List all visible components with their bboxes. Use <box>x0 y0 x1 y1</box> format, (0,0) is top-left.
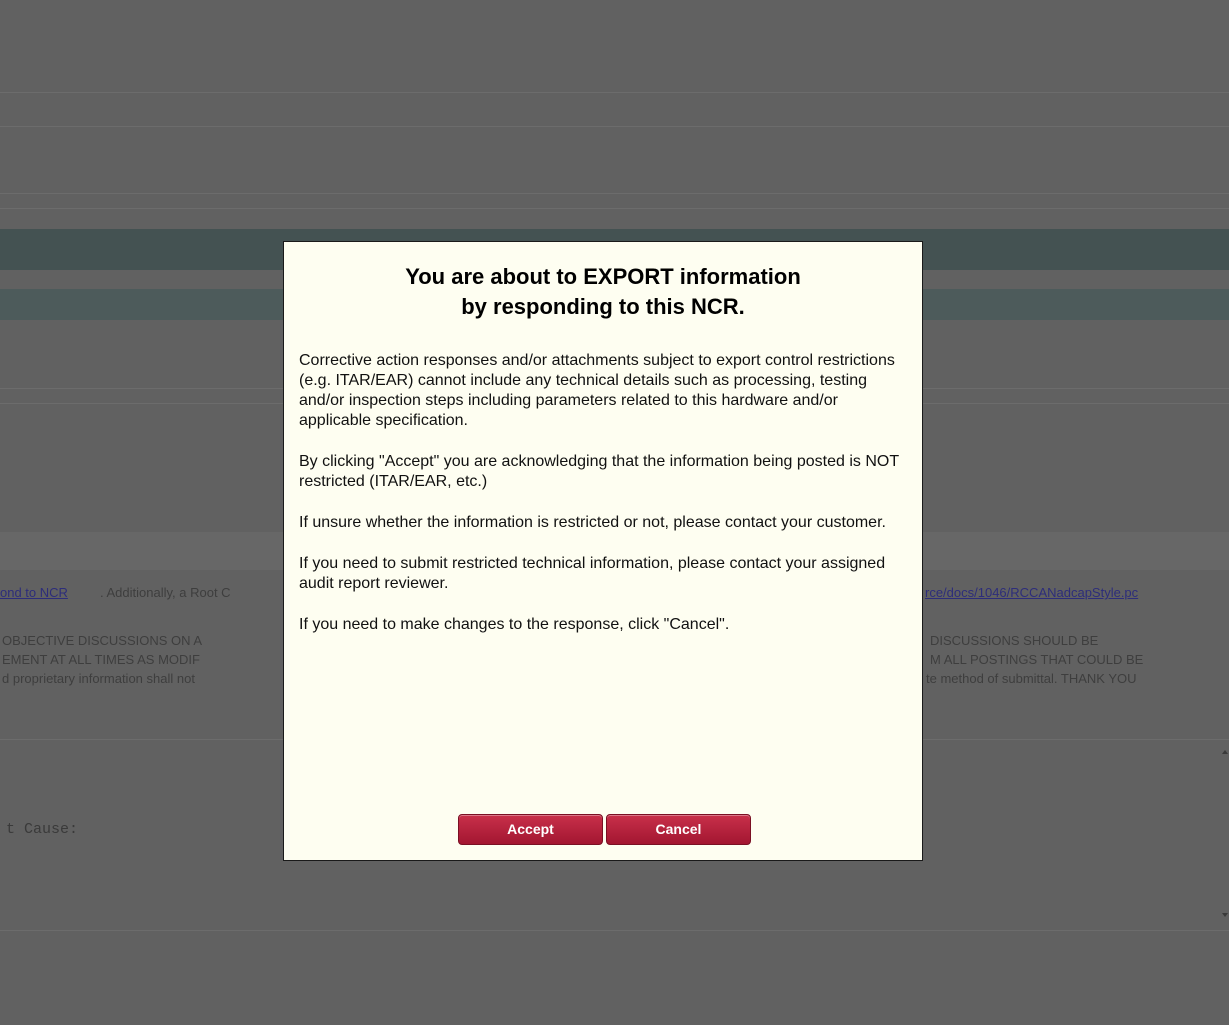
divider <box>0 930 1229 931</box>
divider <box>0 193 1229 194</box>
divider <box>0 92 1229 93</box>
divider <box>0 208 1229 209</box>
dialog-paragraph: If you need to make changes to the respo… <box>299 616 730 633</box>
dialog-paragraph: By clicking "Accept" you are acknowledgi… <box>299 453 899 490</box>
dialog-title-line: You are about to EXPORT information <box>405 264 801 289</box>
warning-text-left: d proprietary information shall not <box>2 671 195 686</box>
dialog-paragraph: If you need to submit restricted technic… <box>299 555 886 592</box>
root-cause-label: t Cause: <box>6 821 79 838</box>
export-warning-dialog: You are about to EXPORT information by r… <box>283 241 923 861</box>
scroll-up-icon[interactable] <box>1222 750 1228 754</box>
accept-button[interactable]: Accept <box>458 814 603 845</box>
dialog-title: You are about to EXPORT information by r… <box>284 262 922 322</box>
warning-text-left: OBJECTIVE DISCUSSIONS ON A <box>2 633 203 648</box>
dialog-body: Corrective action responses and/or attac… <box>299 351 911 656</box>
instructions-text: . Additionally, a Root C <box>100 585 231 600</box>
warning-text-right: DISCUSSIONS SHOULD BE <box>930 633 1099 648</box>
warning-text-right: M ALL POSTINGS THAT COULD BE <box>930 652 1144 667</box>
respond-to-ncr-link[interactable]: ond to NCR <box>0 585 68 601</box>
warning-text-left: EMENT AT ALL TIMES AS MODIF <box>2 652 200 667</box>
dialog-title-line: by responding to this NCR. <box>461 294 745 319</box>
dialog-paragraph: If unsure whether the information is res… <box>299 514 886 531</box>
dialog-paragraph: Corrective action responses and/or attac… <box>299 352 895 429</box>
rcca-doc-link[interactable]: rce/docs/1046/RCCANadcapStyle.pc <box>925 585 1138 601</box>
cancel-button[interactable]: Cancel <box>606 814 751 845</box>
divider <box>0 126 1229 127</box>
warning-text-right: te method of submittal. THANK YOU <box>926 671 1137 686</box>
scroll-down-icon[interactable] <box>1222 913 1228 917</box>
